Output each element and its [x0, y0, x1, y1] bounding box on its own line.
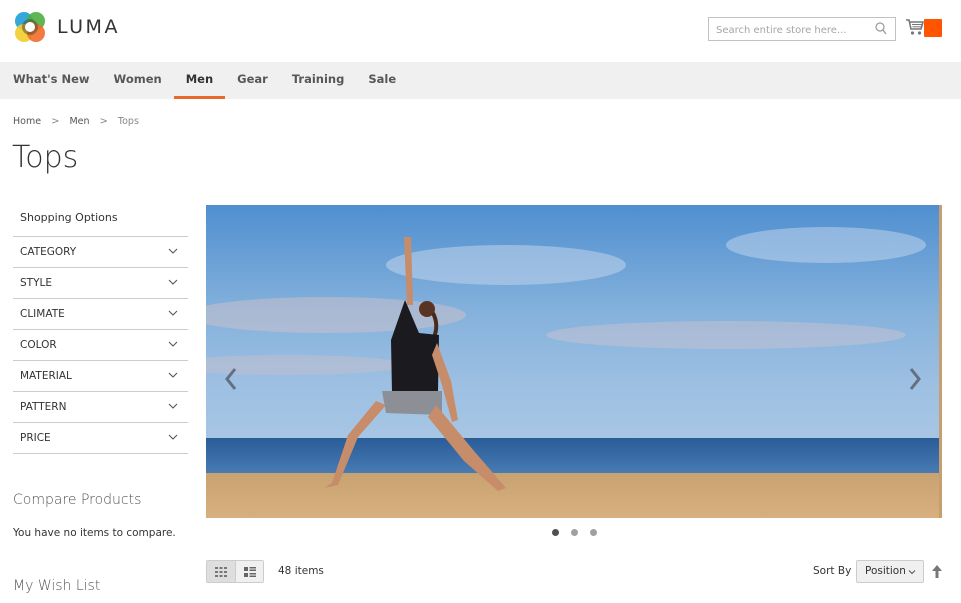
- list-icon: [243, 566, 256, 577]
- breadcrumb-separator-icon: >: [51, 116, 60, 127]
- filter-color[interactable]: COLOR: [13, 330, 188, 361]
- chevron-down-icon: [168, 248, 178, 254]
- filter-label: CLIMATE: [20, 308, 65, 320]
- carousel-next-arrow-icon[interactable]: [905, 365, 925, 393]
- logo[interactable]: LUMA: [13, 10, 120, 44]
- grid-view-button[interactable]: [207, 561, 235, 582]
- page-title: Tops: [12, 140, 79, 175]
- carousel-dots: [552, 529, 597, 536]
- luma-logo-icon: [15, 12, 45, 42]
- sort-by-label: Sort By: [813, 565, 852, 577]
- breadcrumb-current: Tops: [117, 116, 139, 127]
- logo-text: LUMA: [57, 16, 120, 38]
- products-toolbar: 48 items Sort By Position: [206, 560, 946, 584]
- promo-banner-carousel[interactable]: [206, 205, 942, 518]
- wishlist-title: My Wish List: [13, 578, 101, 594]
- chevron-down-icon: [168, 434, 178, 440]
- cart-counter-badge[interactable]: [924, 19, 942, 37]
- breadcrumb-separator-icon: >: [99, 116, 108, 127]
- nav-item-whats-new[interactable]: What's New: [0, 62, 102, 99]
- site-header: LUMA: [0, 0, 961, 62]
- filter-pattern[interactable]: PATTERN: [13, 392, 188, 423]
- filter-label: STYLE: [20, 277, 52, 289]
- sort-direction-arrow-up-icon[interactable]: [932, 565, 942, 578]
- view-mode-switch: [206, 560, 264, 583]
- filter-label: COLOR: [20, 339, 57, 351]
- compare-products-title: Compare Products: [13, 492, 142, 508]
- filter-price[interactable]: PRICE: [13, 423, 188, 454]
- breadcrumb: Home > Men > Tops: [13, 116, 139, 127]
- main-navigation: What's New Women Men Gear Training Sale: [0, 62, 961, 99]
- filter-climate[interactable]: CLIMATE: [13, 299, 188, 330]
- breadcrumb-men[interactable]: Men: [69, 116, 89, 127]
- nav-item-sale[interactable]: Sale: [356, 62, 408, 99]
- sort-by-select[interactable]: Position: [856, 560, 924, 583]
- items-count: 48 items: [278, 565, 324, 577]
- filter-label: PATTERN: [20, 401, 67, 413]
- chevron-down-icon: [168, 310, 178, 316]
- filter-material[interactable]: MATERIAL: [13, 361, 188, 392]
- search-box[interactable]: [708, 17, 896, 42]
- sort-by-value: Position: [865, 565, 906, 577]
- filter-label: CATEGORY: [20, 246, 77, 258]
- carousel-dot[interactable]: [590, 529, 597, 536]
- chevron-down-icon: [908, 570, 916, 575]
- search-icon[interactable]: [875, 22, 887, 36]
- shopping-options-title: Shopping Options: [13, 204, 188, 237]
- chevron-down-icon: [168, 279, 178, 285]
- filter-style[interactable]: STYLE: [13, 268, 188, 299]
- cart-icon[interactable]: [905, 18, 925, 36]
- filter-sidebar: Shopping Options CATEGORY STYLE CLIMATE …: [13, 204, 188, 454]
- chevron-down-icon: [168, 341, 178, 347]
- carousel-dot[interactable]: [552, 529, 559, 536]
- filter-category[interactable]: CATEGORY: [13, 237, 188, 268]
- nav-item-men[interactable]: Men: [173, 62, 226, 99]
- nav-item-women[interactable]: Women: [102, 62, 174, 99]
- carousel-prev-arrow-icon[interactable]: [221, 365, 241, 393]
- nav-item-gear[interactable]: Gear: [225, 62, 280, 99]
- carousel-dot[interactable]: [571, 529, 578, 536]
- chevron-down-icon: [168, 372, 178, 378]
- list-view-button[interactable]: [235, 561, 263, 582]
- compare-empty-message: You have no items to compare.: [13, 527, 176, 539]
- filter-label: MATERIAL: [20, 370, 72, 382]
- filter-label: PRICE: [20, 432, 51, 444]
- breadcrumb-home[interactable]: Home: [13, 116, 41, 127]
- banner-image: [206, 205, 942, 518]
- search-input[interactable]: [709, 19, 869, 42]
- nav-item-training[interactable]: Training: [280, 62, 357, 99]
- chevron-down-icon: [168, 403, 178, 409]
- grid-icon: [215, 566, 227, 577]
